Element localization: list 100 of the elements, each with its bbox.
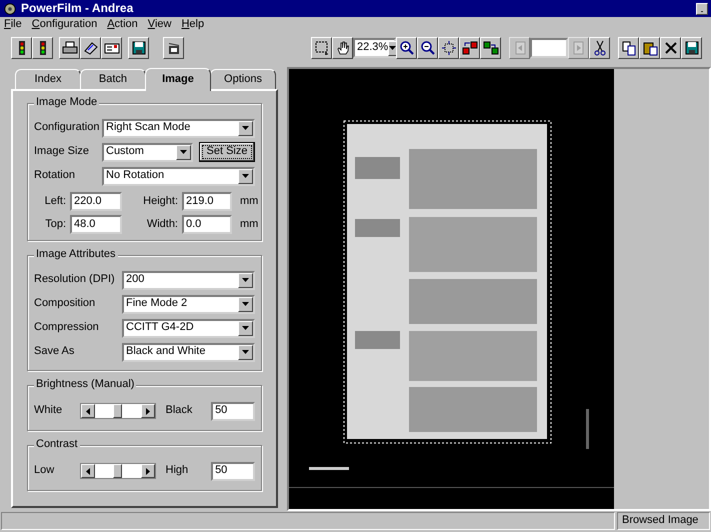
- toolbar-button[interactable]: [332, 37, 353, 59]
- number-field[interactable]: 219.0: [182, 192, 232, 211]
- toolbar-button[interactable]: [311, 37, 332, 59]
- caret-down-icon: [242, 326, 249, 330]
- field-label: Configuration: [34, 121, 100, 135]
- menu-item[interactable]: Action: [107, 18, 138, 32]
- dropdown-field[interactable]: Black and White: [122, 342, 255, 362]
- dropdown-value: Custom: [106, 145, 145, 159]
- dropdown-field[interactable]: Fine Mode 2: [122, 294, 255, 314]
- slider-track[interactable]: [80, 463, 156, 479]
- minimize-button[interactable]: [696, 2, 708, 14]
- page-number-field[interactable]: [530, 38, 568, 58]
- dropdown-button[interactable]: [238, 320, 253, 336]
- toolbar-button[interactable]: [618, 37, 639, 59]
- hand-icon: [334, 40, 350, 56]
- tab[interactable]: Image: [145, 68, 211, 91]
- dropdown-value: Black and White: [126, 345, 206, 359]
- scroll-right-button[interactable]: [140, 464, 155, 478]
- zoom-dropdown[interactable]: 22.3%: [353, 38, 396, 58]
- toolbar-button[interactable]: [480, 37, 501, 59]
- field-label: Image Size: [34, 145, 90, 159]
- caret-down-icon: [242, 302, 249, 306]
- caret-down-icon: [242, 350, 249, 354]
- menu-item[interactable]: Configuration: [32, 18, 98, 32]
- toolbar-button[interactable]: [101, 37, 122, 59]
- slider-label: Black: [164, 404, 194, 418]
- dropdown-value: Right Scan Mode: [106, 121, 192, 135]
- number-field[interactable]: 0.0: [182, 215, 232, 234]
- dropdown-field[interactable]: 200: [122, 270, 255, 290]
- unit-label: mm: [239, 218, 258, 232]
- dropdown-button[interactable]: [238, 296, 253, 312]
- dropdown-button[interactable]: [238, 120, 253, 136]
- toolbar-button[interactable]: [163, 37, 184, 59]
- tab[interactable]: Options: [210, 69, 276, 89]
- dropdown-field[interactable]: Right Scan Mode: [102, 118, 255, 138]
- caret-down-icon: [242, 174, 249, 178]
- toolbar-button[interactable]: [59, 37, 80, 59]
- tab[interactable]: Index: [15, 69, 81, 89]
- toolbar-button[interactable]: [11, 37, 32, 59]
- toolbar-button[interactable]: [459, 37, 480, 59]
- field-label: Width:: [146, 218, 179, 232]
- dropdown-field[interactable]: No Rotation: [102, 166, 255, 186]
- toolbar-button[interactable]: [639, 37, 660, 59]
- minimize-icon: [699, 10, 705, 12]
- dropdown-button[interactable]: [176, 144, 191, 160]
- slider-label: Low: [34, 464, 56, 478]
- zoom-in-icon: [398, 40, 414, 56]
- number-field[interactable]: 220.0: [70, 192, 122, 211]
- toolbar-button[interactable]: [80, 37, 101, 59]
- group-title: Brightness (Manual): [34, 378, 136, 392]
- scroll-left-button[interactable]: [80, 404, 95, 418]
- arrow-left-icon: [86, 468, 90, 474]
- dropdown-field[interactable]: Custom: [102, 142, 193, 162]
- toolbar-button[interactable]: [128, 37, 149, 59]
- menu-item[interactable]: View: [148, 18, 172, 32]
- status-text: Browsed Image: [617, 512, 710, 530]
- menu-item[interactable]: File: [4, 18, 22, 32]
- dropdown-value: 200: [126, 273, 146, 287]
- copy-icon: [620, 40, 636, 56]
- slider-label: High: [164, 464, 190, 478]
- swap-pages-icon: [462, 40, 478, 56]
- next-page-icon: [570, 40, 586, 56]
- app-icon: [3, 2, 17, 16]
- slider-track[interactable]: [80, 403, 156, 419]
- scroll-left-button[interactable]: [80, 464, 95, 478]
- arrow-right-icon: [146, 468, 150, 474]
- scroll-right-button[interactable]: [140, 404, 155, 418]
- unit-label: mm: [239, 194, 258, 208]
- arrow-right-icon: [146, 408, 150, 414]
- field-label: Height:: [142, 194, 179, 208]
- tab[interactable]: Batch: [80, 69, 146, 89]
- toolbar-button[interactable]: [660, 37, 681, 59]
- toolbar-button[interactable]: [417, 37, 438, 59]
- set-size-button[interactable]: Set Size: [199, 142, 255, 162]
- number-field[interactable]: 50: [211, 462, 255, 480]
- slider-thumb[interactable]: [113, 464, 122, 478]
- field-label: Save As: [34, 345, 76, 359]
- field-label: Composition: [34, 297, 96, 311]
- dropdown-button[interactable]: [238, 272, 253, 288]
- menu-item[interactable]: Help: [181, 18, 204, 32]
- number-field[interactable]: 48.0: [70, 215, 122, 234]
- dropdown-value: Fine Mode 2: [126, 297, 188, 311]
- dropdown-field[interactable]: CCITT G4-2D: [122, 318, 255, 338]
- number-field[interactable]: 50: [211, 402, 255, 420]
- delete-icon: [662, 40, 678, 56]
- toolbar-button[interactable]: [589, 37, 610, 59]
- dropdown-button[interactable]: [238, 168, 253, 184]
- toolbar-button[interactable]: [438, 37, 459, 59]
- dropdown-value: No Rotation: [106, 169, 166, 183]
- zoom-out-icon: [420, 40, 436, 56]
- dropdown-button[interactable]: [238, 344, 253, 360]
- toolbar-button[interactable]: [396, 37, 417, 59]
- field-label: Rotation: [34, 169, 76, 183]
- scissors-icon: [592, 40, 608, 56]
- toolbar-button[interactable]: [32, 37, 53, 59]
- slider-thumb[interactable]: [113, 404, 122, 418]
- toolbar-button[interactable]: [681, 37, 702, 59]
- dropdown-value: CCITT G4-2D: [126, 321, 195, 335]
- printer-icon: [62, 40, 78, 56]
- window-title: PowerFilm - Andrea: [21, 1, 134, 16]
